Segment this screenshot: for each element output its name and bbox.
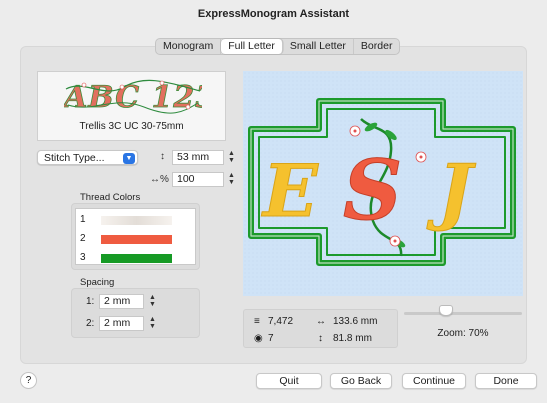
- thread-color-row[interactable]: 3: [76, 251, 195, 265]
- horizontal-percent-icon: ↔%: [150, 174, 169, 185]
- thread-color-swatch: [101, 235, 172, 244]
- go-back-button[interactable]: Go Back: [330, 373, 392, 389]
- zoom-label: Zoom: 70%: [437, 328, 489, 339]
- left-monogram-letter: E: [261, 148, 319, 233]
- chevron-down-icon: ▼: [123, 152, 135, 164]
- spacing-1-stepper[interactable]: ▲ ▼: [148, 294, 157, 309]
- design-height: 81.8 mm: [333, 333, 372, 344]
- color-count: 7: [268, 333, 274, 344]
- stitch-type-popup[interactable]: Stitch Type... ▼: [37, 150, 138, 165]
- stitch-count-icon: ≡: [254, 316, 260, 327]
- quit-button[interactable]: Quit: [256, 373, 322, 389]
- width-percent-field[interactable]: 100: [172, 172, 224, 187]
- spacing-1-label: 1:: [86, 296, 95, 307]
- window-title: ExpressMonogram Assistant: [197, 8, 350, 20]
- thread-color-number: 2: [80, 233, 86, 244]
- spacing-1-field[interactable]: 2 mm: [99, 294, 144, 309]
- height-arrow-icon: ↕: [318, 333, 323, 344]
- thread-color-swatch: [101, 254, 172, 263]
- tab-border[interactable]: Border: [354, 39, 400, 54]
- continue-button[interactable]: Continue: [402, 373, 466, 389]
- thread-color-number: 1: [80, 214, 86, 225]
- vertical-arrow-icon: ↕: [160, 151, 165, 162]
- height-stepper[interactable]: ▲ ▼: [227, 150, 236, 165]
- spacing-2-stepper[interactable]: ▲ ▼: [148, 316, 157, 331]
- design-preview[interactable]: E S J: [243, 71, 523, 296]
- height-field[interactable]: 53 mm: [172, 150, 224, 165]
- palette-icon: ◉: [254, 333, 263, 344]
- width-arrow-icon: ↔: [316, 316, 326, 327]
- thread-colors-title: Thread Colors: [80, 192, 141, 203]
- stitch-count: 7,472: [268, 316, 294, 327]
- thread-color-swatch: [101, 216, 172, 225]
- monogram-assistant-window: ExpressMonogram Assistant Monogram Full …: [0, 0, 547, 403]
- width-percent-stepper[interactable]: ▲ ▼: [227, 172, 236, 187]
- spacing-2-label: 2:: [86, 318, 95, 329]
- stitch-type-label: Stitch Type...: [44, 152, 105, 164]
- thread-color-row[interactable]: 1: [76, 213, 195, 227]
- zoom-slider-thumb[interactable]: [439, 305, 453, 316]
- tab-full-letter[interactable]: Full Letter: [221, 39, 283, 54]
- tab-monogram[interactable]: Monogram: [156, 39, 222, 54]
- spacing-2-field[interactable]: 2 mm: [99, 316, 144, 331]
- tab-bar: Monogram Full Letter Small Letter Border: [155, 38, 401, 55]
- center-monogram-letter: S: [343, 143, 402, 239]
- design-width: 133.6 mm: [333, 316, 378, 327]
- tab-small-letter[interactable]: Small Letter: [283, 39, 354, 54]
- zoom-slider-track[interactable]: [404, 312, 522, 315]
- font-sample-image: ABC 123: [64, 80, 202, 115]
- thread-color-row[interactable]: 2: [76, 232, 195, 246]
- thread-colors-list[interactable]: 1 2 3: [75, 208, 196, 265]
- monogram-design-image: E S J: [248, 98, 516, 266]
- thread-color-number: 3: [80, 252, 86, 263]
- done-button[interactable]: Done: [475, 373, 537, 389]
- help-button[interactable]: ?: [20, 372, 37, 389]
- right-monogram-letter: J: [426, 148, 476, 233]
- spacing-title: Spacing: [80, 277, 115, 288]
- font-name-label: Trellis 3C UC 30-75mm: [79, 121, 184, 132]
- font-preview[interactable]: ABC 123 Trellis 3C UC 30-75mm: [37, 71, 226, 141]
